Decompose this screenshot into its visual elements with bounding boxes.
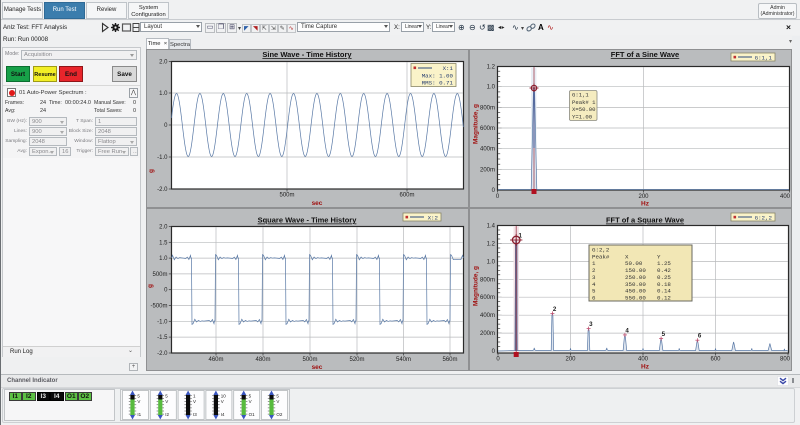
svg-text:V: V <box>165 399 168 404</box>
svg-text:200: 200 <box>565 357 576 363</box>
svg-text:G:1,1: G:1,1 <box>755 54 773 61</box>
svg-text:FFT of a Sine Wave: FFT of a Sine Wave <box>611 50 679 59</box>
svg-text:10: 10 <box>221 394 227 399</box>
svg-text:I2: I2 <box>165 412 169 417</box>
svg-text:V: V <box>193 399 196 404</box>
svg-text:sec: sec <box>312 364 323 371</box>
svg-text:-1.0: -1.0 <box>157 319 168 325</box>
svg-text:0.12: 0.12 <box>657 294 671 301</box>
svg-text:460m: 460m <box>208 357 223 363</box>
svg-text:600m: 600m <box>399 193 414 199</box>
svg-text:-2.0: -2.0 <box>157 351 168 357</box>
svg-text:200: 200 <box>638 194 649 200</box>
svg-text:-1.0: -1.0 <box>157 155 168 161</box>
svg-text:500m: 500m <box>152 272 167 278</box>
svg-text:4: 4 <box>625 327 629 334</box>
svg-text:6: 6 <box>698 333 702 340</box>
svg-text:400m: 400m <box>480 313 495 319</box>
svg-text:g: g <box>148 169 155 173</box>
svg-text:1: 1 <box>519 233 523 240</box>
svg-text:RMS: 0.71: RMS: 0.71 <box>422 80 454 87</box>
svg-text:Hz: Hz <box>641 201 650 208</box>
svg-text:Magnitude, g: Magnitude, g <box>473 266 480 306</box>
svg-text:500m: 500m <box>279 193 294 199</box>
svg-text:500m: 500m <box>302 357 317 363</box>
svg-text:-500m: -500m <box>150 304 167 310</box>
svg-text:540m: 540m <box>396 357 411 363</box>
svg-text:G:1,1: G:1,1 <box>572 92 589 99</box>
svg-text:I1: I1 <box>137 412 141 417</box>
svg-text:V: V <box>276 399 279 404</box>
svg-text:1.2: 1.2 <box>487 242 496 248</box>
svg-text:-1.5: -1.5 <box>157 335 168 341</box>
svg-text:520m: 520m <box>349 357 364 363</box>
svg-text:1.0: 1.0 <box>159 91 168 97</box>
svg-text:X:1: X:1 <box>443 65 454 72</box>
svg-text:X:2: X:2 <box>428 214 439 221</box>
svg-text:FFT of a Square Wave: FFT of a Square Wave <box>606 216 684 225</box>
svg-text:G:2,2: G:2,2 <box>755 214 773 221</box>
svg-text:V: V <box>221 399 224 404</box>
svg-text:Max: 1.00: Max: 1.00 <box>422 73 454 80</box>
svg-text:I4: I4 <box>221 412 225 417</box>
svg-text:Magnitude, g: Magnitude, g <box>473 104 480 144</box>
svg-text:560m: 560m <box>442 357 457 363</box>
svg-text:6: 6 <box>592 294 596 301</box>
svg-text:Hz: Hz <box>641 364 650 371</box>
svg-text:400: 400 <box>780 194 791 200</box>
svg-text:O1: O1 <box>249 412 256 417</box>
svg-text:800: 800 <box>780 357 791 363</box>
svg-text:5: 5 <box>662 331 666 338</box>
svg-text:V: V <box>137 399 140 404</box>
svg-text:550.00: 550.00 <box>625 294 646 301</box>
svg-text:Y=1.00: Y=1.00 <box>572 113 593 120</box>
svg-text:600: 600 <box>710 357 721 363</box>
svg-text:I3: I3 <box>193 412 197 417</box>
svg-text:2: 2 <box>553 306 557 313</box>
svg-text:800m: 800m <box>480 277 495 283</box>
svg-text:2.0: 2.0 <box>159 60 168 66</box>
svg-text:1.2: 1.2 <box>487 65 496 71</box>
svg-text:1.4: 1.4 <box>487 224 496 230</box>
svg-text:Sine Wave - Time History: Sine Wave - Time History <box>262 50 352 59</box>
svg-text:600m: 600m <box>480 126 495 132</box>
svg-text:V: V <box>249 399 252 404</box>
svg-text:Square Wave - Time History: Square Wave - Time History <box>258 216 358 225</box>
svg-text:200m: 200m <box>480 331 495 337</box>
svg-text:g: g <box>147 284 154 288</box>
svg-text:O2: O2 <box>276 412 283 417</box>
svg-text:400m: 400m <box>480 147 495 153</box>
svg-text:sec: sec <box>312 200 323 207</box>
svg-text:480m: 480m <box>255 357 270 363</box>
svg-text:600m: 600m <box>480 295 495 301</box>
svg-text:X=50.00: X=50.00 <box>572 106 596 113</box>
svg-text:2.0: 2.0 <box>159 225 168 231</box>
svg-text:1.5: 1.5 <box>159 240 168 246</box>
svg-text:200m: 200m <box>480 167 495 173</box>
svg-text:800m: 800m <box>480 105 495 111</box>
svg-text:Peak# 1: Peak# 1 <box>572 99 596 106</box>
svg-text:-2.0: -2.0 <box>157 187 168 193</box>
svg-text:1.0: 1.0 <box>159 256 168 262</box>
svg-text:1.0: 1.0 <box>487 259 496 265</box>
svg-text:400: 400 <box>638 357 649 363</box>
svg-text:3: 3 <box>589 321 593 328</box>
svg-text:1.0: 1.0 <box>487 85 496 91</box>
